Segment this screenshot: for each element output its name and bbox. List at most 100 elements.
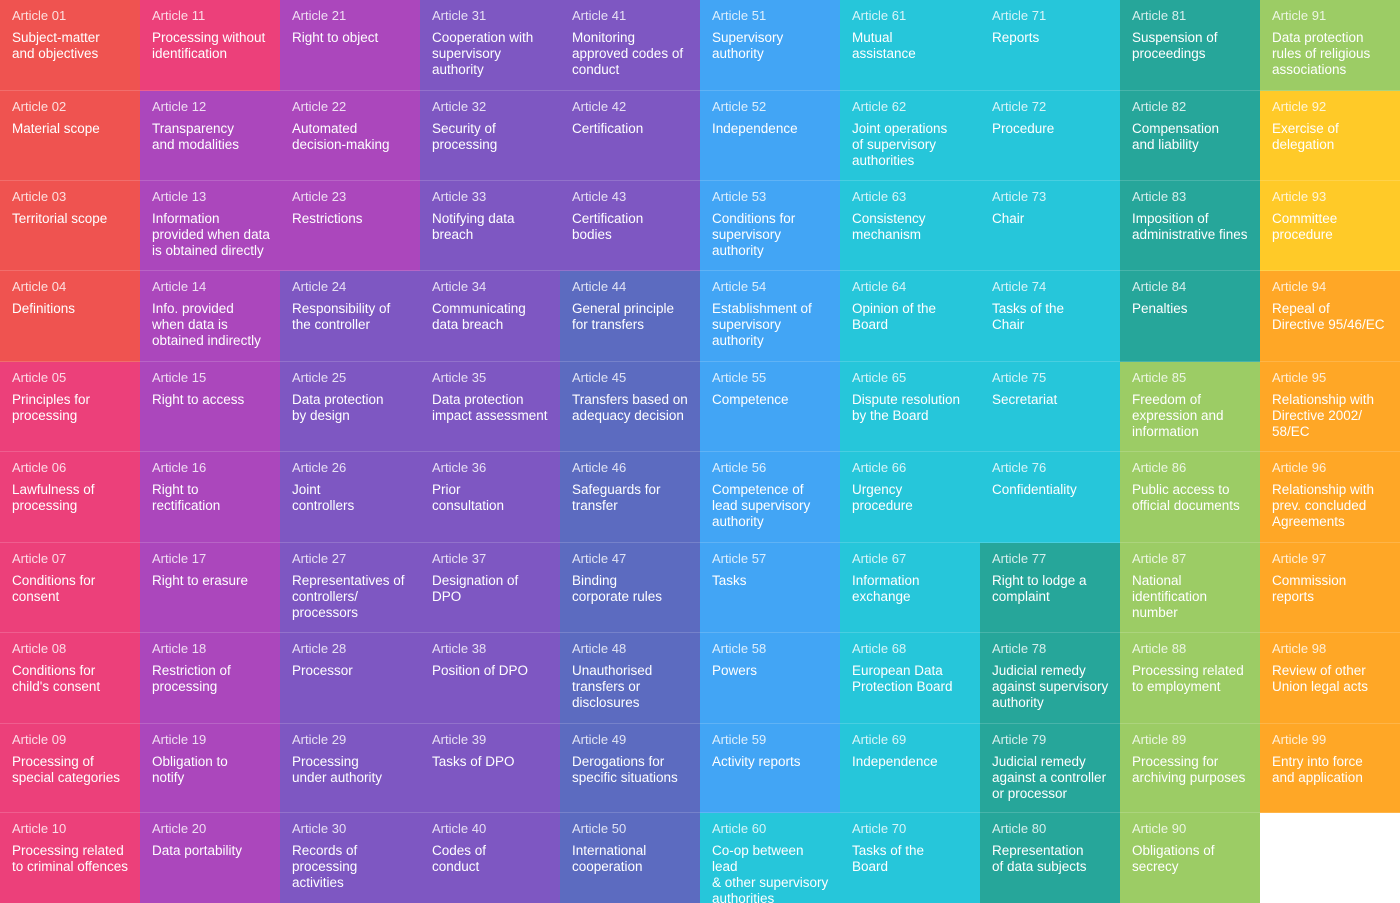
- article-tile-article-69[interactable]: Article 69 Independence: [840, 724, 980, 813]
- article-tile-article-72[interactable]: Article 72 Procedure: [980, 91, 1120, 181]
- article-tile-article-70[interactable]: Article 70 Tasks of the Board: [840, 813, 980, 903]
- article-tile-article-50[interactable]: Article 50 International cooperation: [560, 813, 700, 903]
- article-tile-article-27[interactable]: Article 27 Representatives of controller…: [280, 543, 420, 633]
- article-tile-article-31[interactable]: Article 31 Cooperation with supervisory …: [420, 0, 560, 91]
- article-tile-article-06[interactable]: Article 06 Lawfulness of processing: [0, 452, 140, 543]
- article-tile-article-24[interactable]: Article 24 Responsibility of the control…: [280, 271, 420, 362]
- article-tile-article-08[interactable]: Article 08 Conditions for child's consen…: [0, 633, 140, 724]
- article-tile-article-22[interactable]: Article 22 Automated decision-making: [280, 91, 420, 181]
- article-tile-article-32[interactable]: Article 32 Security of processing: [420, 91, 560, 181]
- article-tile-article-66[interactable]: Article 66 Urgency procedure: [840, 452, 980, 543]
- article-tile-article-52[interactable]: Article 52 Independence: [700, 91, 840, 181]
- article-tile-article-20[interactable]: Article 20 Data portability: [140, 813, 280, 903]
- article-tile-article-79[interactable]: Article 79 Judicial remedy against a con…: [980, 724, 1120, 813]
- article-tile-article-40[interactable]: Article 40 Codes of conduct: [420, 813, 560, 903]
- article-tile-article-03[interactable]: Article 03 Territorial scope: [0, 181, 140, 271]
- article-tile-article-96[interactable]: Article 96 Relationship with prev. concl…: [1260, 452, 1400, 543]
- article-tile-article-84[interactable]: Article 84 Penalties: [1120, 271, 1260, 362]
- article-tile-article-33[interactable]: Article 33 Notifying data breach: [420, 181, 560, 271]
- article-tile-article-35[interactable]: Article 35 Data protection impact assess…: [420, 362, 560, 452]
- article-tile-article-54[interactable]: Article 54 Establishment of supervisory …: [700, 271, 840, 362]
- article-tile-article-93[interactable]: Article 93 Committee procedure: [1260, 181, 1400, 271]
- article-tile-article-14[interactable]: Article 14 Info. provided when data is o…: [140, 271, 280, 362]
- article-tile-article-58[interactable]: Article 58 Powers: [700, 633, 840, 724]
- article-tile-article-99[interactable]: Article 99 Entry into force and applicat…: [1260, 724, 1400, 813]
- article-tile-article-82[interactable]: Article 82 Compensation and liability: [1120, 91, 1260, 181]
- article-tile-article-44[interactable]: Article 44 General principle for transfe…: [560, 271, 700, 362]
- article-tile-article-62[interactable]: Article 62 Joint operations of superviso…: [840, 91, 980, 181]
- article-tile-article-42[interactable]: Article 42 Certification: [560, 91, 700, 181]
- article-tile-article-43[interactable]: Article 43 Certification bodies: [560, 181, 700, 271]
- article-tile-article-55[interactable]: Article 55 Competence: [700, 362, 840, 452]
- article-tile-article-94[interactable]: Article 94 Repeal of Directive 95/46/EC: [1260, 271, 1400, 362]
- article-tile-article-25[interactable]: Article 25 Data protection by design: [280, 362, 420, 452]
- article-tile-article-36[interactable]: Article 36 Prior consultation: [420, 452, 560, 543]
- article-tile-article-01[interactable]: Article 01 Subject-matter and objectives: [0, 0, 140, 91]
- article-tile-article-39[interactable]: Article 39 Tasks of DPO: [420, 724, 560, 813]
- article-tile-article-45[interactable]: Article 45 Transfers based on adequacy d…: [560, 362, 700, 452]
- article-tile-article-47[interactable]: Article 47 Binding corporate rules: [560, 543, 700, 633]
- article-tile-article-74[interactable]: Article 74 Tasks of the Chair: [980, 271, 1120, 362]
- article-tile-article-64[interactable]: Article 64 Opinion of the Board: [840, 271, 980, 362]
- article-tile-article-65[interactable]: Article 65 Dispute resolution by the Boa…: [840, 362, 980, 452]
- article-tile-article-30[interactable]: Article 30 Records of processing activit…: [280, 813, 420, 903]
- article-number: Article 41: [572, 8, 627, 23]
- article-tile-article-75[interactable]: Article 75 Secretariat: [980, 362, 1120, 452]
- article-tile-article-53[interactable]: Article 53 Conditions for supervisory au…: [700, 181, 840, 271]
- article-tile-article-98[interactable]: Article 98 Review of other Union legal a…: [1260, 633, 1400, 724]
- article-tile-article-78[interactable]: Article 78 Judicial remedy against super…: [980, 633, 1120, 724]
- article-tile-article-38[interactable]: Article 38 Position of DPO: [420, 633, 560, 724]
- article-tile-article-76[interactable]: Article 76 Confidentiality: [980, 452, 1120, 543]
- article-tile-article-21[interactable]: Article 21 Right to object: [280, 0, 420, 91]
- article-tile-article-37[interactable]: Article 37 Designation of DPO: [420, 543, 560, 633]
- article-tile-article-17[interactable]: Article 17 Right to erasure: [140, 543, 280, 633]
- article-tile-article-02[interactable]: Article 02 Material scope: [0, 91, 140, 181]
- article-tile-article-09[interactable]: Article 09 Processing of special categor…: [0, 724, 140, 813]
- article-tile-article-60[interactable]: Article 60 Co-op between lead & other su…: [700, 813, 840, 903]
- article-tile-article-71[interactable]: Article 71 Reports: [980, 0, 1120, 91]
- article-tile-article-13[interactable]: Article 13 Information provided when dat…: [140, 181, 280, 271]
- article-tile-article-81[interactable]: Article 81 Suspension of proceedings: [1120, 0, 1260, 91]
- article-tile-article-90[interactable]: Article 90 Obligations of secrecy: [1120, 813, 1260, 903]
- article-tile-article-51[interactable]: Article 51 Supervisory authority: [700, 0, 840, 91]
- article-tile-article-11[interactable]: Article 11 Processing without identifica…: [140, 0, 280, 91]
- article-tile-article-83[interactable]: Article 83 Imposition of administrative …: [1120, 181, 1260, 271]
- article-tile-article-91[interactable]: Article 91 Data protection rules of reli…: [1260, 0, 1400, 91]
- article-tile-article-67[interactable]: Article 67 Information exchange: [840, 543, 980, 633]
- article-tile-article-04[interactable]: Article 04 Definitions: [0, 271, 140, 362]
- article-tile-article-49[interactable]: Article 49 Derogations for specific situ…: [560, 724, 700, 813]
- article-tile-article-56[interactable]: Article 56 Competence of lead supervisor…: [700, 452, 840, 543]
- article-tile-article-10[interactable]: Article 10 Processing related to crimina…: [0, 813, 140, 903]
- article-tile-article-92[interactable]: Article 92 Exercise of delegation: [1260, 91, 1400, 181]
- article-tile-article-77[interactable]: Article 77 Right to lodge a complaint: [980, 543, 1120, 633]
- article-tile-article-18[interactable]: Article 18 Restriction of processing: [140, 633, 280, 724]
- article-tile-article-89[interactable]: Article 89 Processing for archiving purp…: [1120, 724, 1260, 813]
- article-tile-article-87[interactable]: Article 87 National identification numbe…: [1120, 543, 1260, 633]
- article-tile-article-68[interactable]: Article 68 European Data Protection Boar…: [840, 633, 980, 724]
- article-tile-article-59[interactable]: Article 59 Activity reports: [700, 724, 840, 813]
- article-tile-article-48[interactable]: Article 48 Unauthorised transfers or dis…: [560, 633, 700, 724]
- article-tile-article-86[interactable]: Article 86 Public access to official doc…: [1120, 452, 1260, 543]
- article-tile-article-23[interactable]: Article 23 Restrictions: [280, 181, 420, 271]
- article-tile-article-61[interactable]: Article 61 Mutual assistance: [840, 0, 980, 91]
- article-tile-article-57[interactable]: Article 57 Tasks: [700, 543, 840, 633]
- article-tile-article-34[interactable]: Article 34 Communicating data breach: [420, 271, 560, 362]
- article-tile-article-88[interactable]: Article 88 Processing related to employm…: [1120, 633, 1260, 724]
- article-tile-article-15[interactable]: Article 15 Right to access: [140, 362, 280, 452]
- article-tile-article-85[interactable]: Article 85 Freedom of expression and inf…: [1120, 362, 1260, 452]
- article-tile-article-97[interactable]: Article 97 Commission reports: [1260, 543, 1400, 633]
- article-tile-article-95[interactable]: Article 95 Relationship with Directive 2…: [1260, 362, 1400, 452]
- article-tile-article-73[interactable]: Article 73 Chair: [980, 181, 1120, 271]
- article-tile-article-26[interactable]: Article 26 Joint controllers: [280, 452, 420, 543]
- article-tile-article-12[interactable]: Article 12 Transparency and modalities: [140, 91, 280, 181]
- article-tile-article-05[interactable]: Article 05 Principles for processing: [0, 362, 140, 452]
- article-tile-article-29[interactable]: Article 29 Processing under authority: [280, 724, 420, 813]
- article-tile-article-46[interactable]: Article 46 Safeguards for transfer: [560, 452, 700, 543]
- article-tile-article-16[interactable]: Article 16 Right to rectification: [140, 452, 280, 543]
- article-tile-article-80[interactable]: Article 80 Representation of data subjec…: [980, 813, 1120, 903]
- article-tile-article-28[interactable]: Article 28 Processor: [280, 633, 420, 724]
- article-tile-article-63[interactable]: Article 63 Consistency mechanism: [840, 181, 980, 271]
- article-tile-article-19[interactable]: Article 19 Obligation to notify: [140, 724, 280, 813]
- article-tile-article-41[interactable]: Article 41 Monitoring approved codes of …: [560, 0, 700, 91]
- article-tile-article-07[interactable]: Article 07 Conditions for consent: [0, 543, 140, 633]
